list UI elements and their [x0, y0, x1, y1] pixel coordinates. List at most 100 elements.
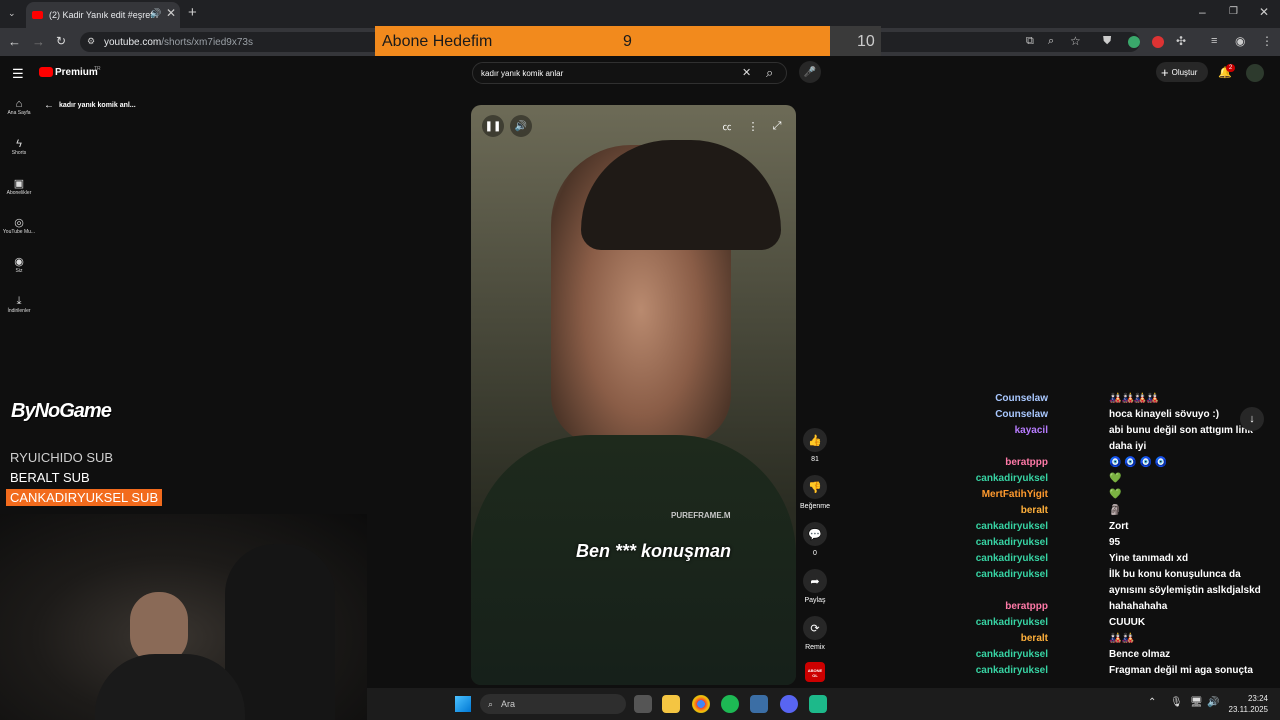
tab-list-chevron-icon[interactable]: ⌄	[8, 8, 16, 19]
subscriptions-icon: ▣	[13, 178, 25, 190]
chat-username: beralt	[1020, 633, 1048, 644]
tab-title: (2) Kadir Yanık edit #eşrefrı	[49, 10, 159, 20]
taskbar-search[interactable]: ⌕ Ara	[480, 694, 626, 714]
sidebar-item-music[interactable]: ◎ YouTube Mu...	[0, 216, 38, 235]
spotify-icon[interactable]	[721, 695, 739, 713]
sidebar-item-home[interactable]: ⌂ Ana Sayfa	[0, 98, 38, 116]
chat-username: cankadiryuksel	[975, 665, 1048, 676]
arrow-back-icon: ←	[44, 100, 54, 111]
chat-message: 🎎🎎	[1109, 633, 1134, 644]
new-tab-icon[interactable]: +	[188, 4, 197, 21]
create-button[interactable]: + Oluştur	[1156, 62, 1208, 82]
chat-username: MertFatihYigit	[981, 489, 1048, 500]
chat-username: beratppp	[1005, 601, 1048, 612]
taskbar-date: 23.11.2025	[1228, 705, 1268, 714]
share-icon[interactable]: ➦	[803, 569, 827, 593]
fullscreen-icon[interactable]: ⤢	[766, 115, 788, 137]
tab-close-icon[interactable]: ✕	[166, 6, 176, 20]
search-input[interactable]: kadır yanık komik anlar	[472, 62, 787, 84]
region-code: TR	[94, 66, 101, 72]
extension-red-icon[interactable]	[1152, 36, 1164, 48]
forward-icon[interactable]: →	[32, 34, 45, 49]
shorts-video-player[interactable]: PUREFRAME.M Ben *** konuşman	[471, 105, 796, 685]
minimize-icon[interactable]: –	[1199, 5, 1206, 19]
profile-icon[interactable]: ◉	[1235, 34, 1245, 48]
chat-message: Bence olmaz	[1109, 649, 1171, 660]
search-icon[interactable]: ⌕	[766, 65, 773, 81]
window-close-icon[interactable]: ✕	[1259, 5, 1269, 19]
network-icon[interactable]: 🖥	[1190, 697, 1203, 708]
subscribe-button[interactable]: ABONE OL	[805, 662, 825, 682]
site-info-icon[interactable]: ⚙	[87, 36, 95, 47]
avatar[interactable]	[1246, 64, 1264, 82]
remix-icon[interactable]: ⟳	[803, 616, 827, 640]
chat-username: cankadiryuksel	[975, 537, 1048, 548]
sub-alert-2: BERALT SUB	[10, 470, 90, 485]
chat-message: Fragman değil mi aga sonuçta	[1109, 665, 1253, 676]
extension-green-icon[interactable]	[1128, 36, 1140, 48]
share-label: Paylaş	[804, 597, 826, 604]
download-icon: ⤓	[16, 295, 22, 307]
url-path: /shorts/xm7ied9x73s	[161, 36, 253, 48]
webcam-person-body	[95, 654, 245, 720]
more-options-icon[interactable]: ⋮	[742, 115, 764, 137]
extensions-puzzle-icon[interactable]: ✣	[1176, 34, 1186, 48]
chat-username: kayacil	[1014, 425, 1048, 436]
tab-audio-icon[interactable]: 🔊	[150, 8, 161, 19]
youtube-logo-icon[interactable]	[39, 67, 53, 77]
sidebar-item-you[interactable]: ◉ Siz	[0, 255, 38, 274]
chat-username: Counselaw	[995, 409, 1048, 420]
goal-target: 10	[857, 33, 875, 50]
discord-icon[interactable]	[780, 695, 798, 713]
taskbar-search-icon: ⌕	[488, 698, 494, 709]
captions-icon[interactable]: ㏄	[716, 115, 738, 137]
chat-message: 95	[1109, 537, 1121, 548]
tray-chevron-icon[interactable]: ⌃	[1148, 697, 1156, 708]
sidebar-item-downloads[interactable]: ⤓ İndirilenler	[0, 295, 38, 314]
chat-username: cankadiryuksel	[975, 569, 1048, 580]
app-icon[interactable]	[750, 695, 768, 713]
clear-search-icon[interactable]: ✕	[742, 66, 751, 79]
file-explorer-icon[interactable]	[662, 695, 680, 713]
goal-label: Abone Hedefim	[382, 33, 493, 50]
voice-search-icon[interactable]: 🎤	[799, 61, 821, 83]
shield-extension-icon[interactable]: ⛊	[1103, 35, 1111, 48]
scroll-down-icon[interactable]: ↓	[1240, 407, 1264, 431]
youtube-favicon-icon	[32, 11, 43, 19]
chat-message: İlk bu konu konuşulunca da aynısını söyl…	[1109, 569, 1261, 596]
dislike-icon[interactable]: 👎	[803, 475, 827, 499]
install-app-icon[interactable]: ⧉	[1026, 35, 1034, 48]
restore-icon[interactable]: ❐	[1229, 6, 1238, 17]
reload-icon[interactable]: ↻	[56, 34, 66, 48]
chat-username: Counselaw	[995, 393, 1048, 404]
volume-icon[interactable]: 🔊	[510, 115, 532, 137]
app-green-icon[interactable]	[809, 695, 827, 713]
browser-menu-icon[interactable]: ⋮	[1261, 34, 1273, 48]
sidebar-item-subscriptions[interactable]: ▣ Abonelikler	[0, 177, 38, 196]
chrome-icon[interactable]	[692, 695, 710, 713]
task-view-icon[interactable]	[634, 695, 652, 713]
hamburger-menu-icon[interactable]: ☰	[12, 66, 24, 82]
back-to-results-link[interactable]: ← kadır yanık komik anl...	[44, 100, 136, 111]
chat-message: 🗿	[1109, 505, 1122, 516]
like-icon[interactable]: 👍	[803, 428, 827, 452]
youtube-premium-logo[interactable]: Premium	[55, 67, 98, 78]
sidebar-item-shorts[interactable]: ϟ Shorts	[0, 138, 38, 156]
mic-tray-icon[interactable]: 🎙	[1170, 697, 1183, 708]
chat-message: 🧿 🧿 🧿 🧿	[1109, 457, 1168, 468]
chat-message: 💚	[1109, 489, 1122, 500]
back-icon[interactable]: ←	[8, 34, 21, 49]
taskbar-time: 23:24	[1247, 694, 1268, 703]
windows-start-icon[interactable]	[455, 696, 471, 712]
chat-message: 💚	[1109, 473, 1122, 484]
chat-username: cankadiryuksel	[975, 553, 1048, 564]
media-control-icon[interactable]: ≡	[1211, 35, 1217, 47]
pause-icon[interactable]: ❚❚	[482, 115, 504, 137]
zoom-icon[interactable]: ⌕	[1048, 35, 1054, 48]
video-caption: Ben *** konuşman	[576, 541, 732, 561]
webcam-feed	[0, 514, 367, 720]
search-query: kadır yanık komik anlar	[481, 68, 564, 78]
bookmark-star-icon[interactable]: ☆	[1070, 34, 1081, 48]
comments-icon[interactable]: 💬	[803, 522, 827, 546]
chat-username: cankadiryuksel	[975, 473, 1048, 484]
